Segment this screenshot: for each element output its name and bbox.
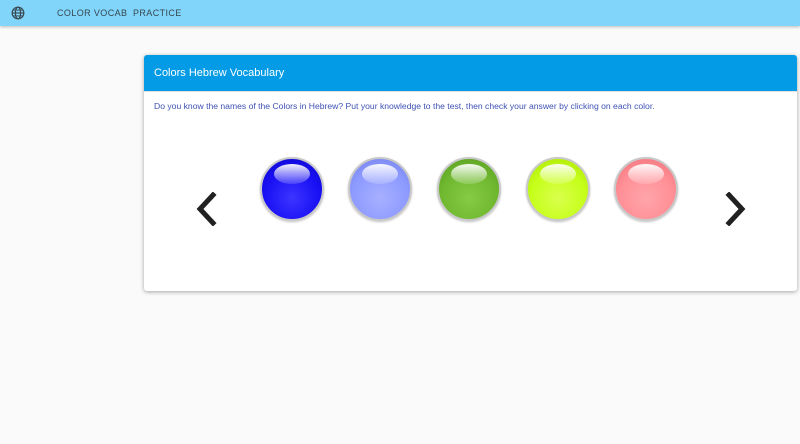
card-instructions: Do you know the names of the Colors in H…: [154, 101, 655, 111]
top-app-bar: COLOR VOCAB PRACTICE: [0, 0, 800, 26]
vocabulary-card: Colors Hebrew Vocabulary Do you know the…: [144, 55, 797, 291]
chevron-left-icon[interactable]: [195, 192, 217, 226]
nav-practice[interactable]: PRACTICE: [133, 7, 182, 19]
color-ball-pink[interactable]: [614, 157, 678, 221]
color-ball-green[interactable]: [437, 157, 501, 221]
globe-icon[interactable]: [11, 6, 25, 20]
card-header: Colors Hebrew Vocabulary: [144, 55, 797, 91]
color-ball-blue[interactable]: [260, 157, 324, 221]
chevron-right-icon[interactable]: [725, 192, 747, 226]
nav-color-vocab[interactable]: COLOR VOCAB: [57, 7, 127, 19]
card-divider: [144, 91, 797, 92]
card-title: Colors Hebrew Vocabulary: [154, 67, 285, 79]
color-ball-lime[interactable]: [526, 157, 590, 221]
color-ball-light-blue[interactable]: [348, 157, 412, 221]
